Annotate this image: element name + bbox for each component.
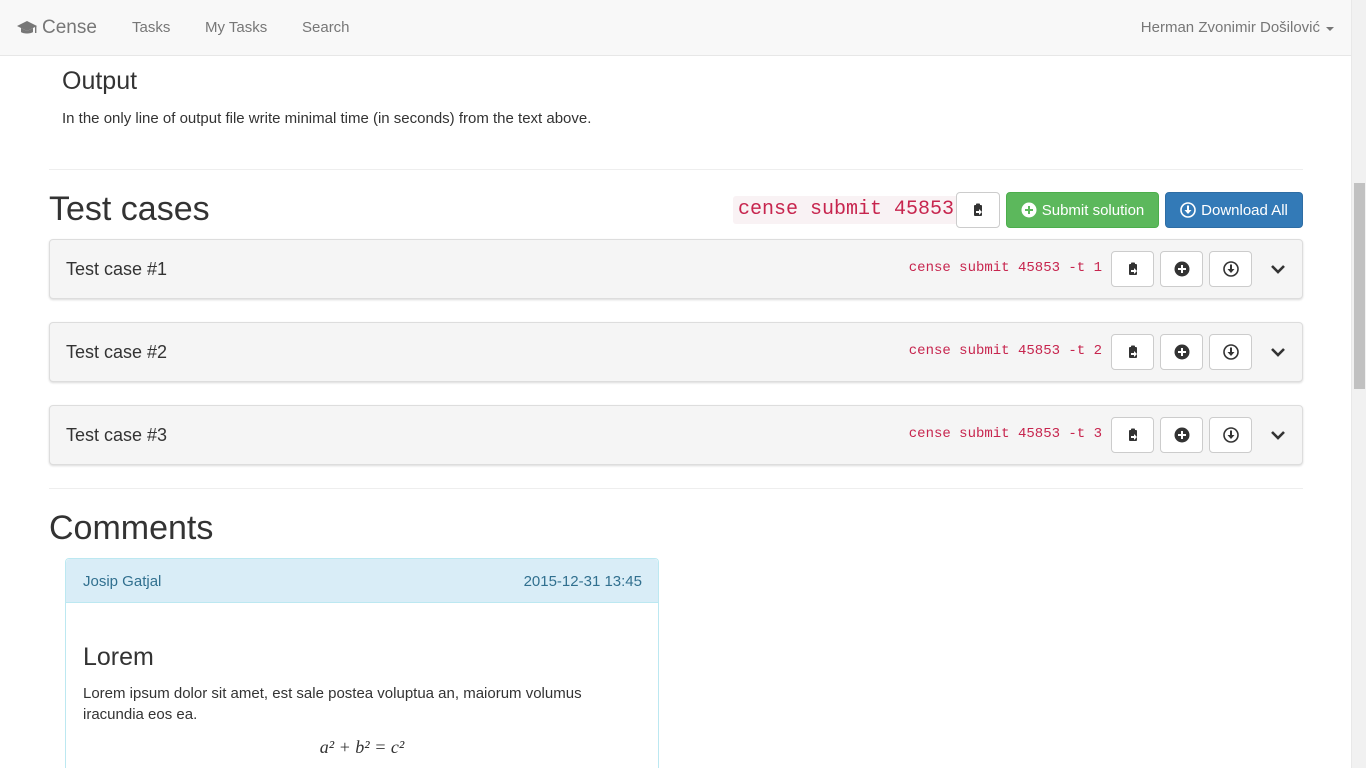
download-test-case-button[interactable] (1209, 251, 1252, 287)
chevron-down-icon[interactable] (1270, 344, 1286, 360)
comment-date: 2015-12-31 13:45 (523, 573, 642, 590)
divider (49, 169, 1303, 170)
divider (49, 488, 1303, 489)
comment-math-formula: a² + b² = c² (319, 737, 405, 757)
user-name: Herman Zvonimir Došilović (1140, 19, 1320, 36)
test-cases-heading: Test cases (49, 190, 210, 228)
test-case-title: Test case #3 (66, 425, 168, 445)
copy-command-button[interactable] (956, 192, 1000, 228)
download-circle-icon (1222, 261, 1239, 277)
nav-search[interactable]: Search (302, 19, 350, 36)
test-case-panel-2[interactable]: Test case #2 cense submit 45853 -t 2 (49, 322, 1303, 382)
submit-test-case-button[interactable] (1160, 417, 1203, 453)
plus-circle-icon (1021, 202, 1037, 218)
comment-body: Lorem ipsum dolor sit amet, est sale pos… (83, 685, 582, 723)
download-test-case-button[interactable] (1209, 417, 1252, 453)
output-description: In the only line of output file write mi… (62, 110, 592, 127)
submit-test-case-button[interactable] (1160, 334, 1203, 370)
download-all-button[interactable]: Download All (1165, 192, 1303, 228)
download-circle-icon (1222, 427, 1239, 443)
copy-test-command-button[interactable] (1111, 334, 1154, 370)
caret-down-icon (1326, 26, 1334, 31)
clipboard-icon (1128, 262, 1137, 275)
submit-command: cense submit 45853 (733, 196, 960, 224)
output-heading: Output (62, 67, 138, 95)
comment-panel: Josip Gatjal 2015-12-31 13:45 Lorem Lore… (65, 558, 659, 768)
comments-heading: Comments (49, 509, 214, 547)
test-case-title: Test case #2 (66, 342, 168, 362)
plus-circle-icon (1174, 344, 1189, 360)
test-case-command: cense submit 45853 -t 3 (908, 426, 1102, 442)
plus-circle-icon (1174, 261, 1189, 277)
nav-tasks[interactable]: Tasks (132, 19, 170, 36)
test-case-title: Test case #1 (66, 259, 168, 279)
comment-header: Josip Gatjal 2015-12-31 13:45 (66, 559, 658, 603)
copy-test-command-button[interactable] (1111, 417, 1154, 453)
download-circle-icon (1180, 202, 1196, 218)
test-case-panel-1[interactable]: Test case #1 cense submit 45853 -t 1 (49, 239, 1303, 299)
test-case-command: cense submit 45853 -t 1 (908, 260, 1102, 276)
submit-test-case-button[interactable] (1160, 251, 1203, 287)
top-navbar: Cense Tasks My Tasks Search Herman Zvoni… (0, 0, 1351, 56)
test-case-panel-3[interactable]: Test case #3 cense submit 45853 -t 3 (49, 405, 1303, 465)
comment-heading: Lorem (83, 643, 154, 671)
download-circle-icon (1222, 344, 1239, 360)
brand-link[interactable]: Cense (16, 16, 97, 40)
plus-circle-icon (1174, 427, 1189, 443)
page-scrollbar[interactable] (1351, 0, 1366, 768)
test-case-command: cense submit 45853 -t 2 (908, 343, 1102, 359)
submit-solution-button[interactable]: Submit solution (1006, 192, 1159, 228)
scrollbar-thumb[interactable] (1354, 183, 1365, 389)
clipboard-icon (1128, 345, 1137, 358)
download-test-case-button[interactable] (1209, 334, 1252, 370)
nav-my-tasks[interactable]: My Tasks (205, 19, 267, 36)
brand-label: Cense (42, 17, 97, 38)
user-menu-dropdown[interactable]: Herman Zvonimir Došilović (1141, 19, 1334, 36)
clipboard-icon (1128, 428, 1137, 441)
graduation-cap-icon (17, 21, 37, 34)
copy-test-command-button[interactable] (1111, 251, 1154, 287)
clipboard-icon (974, 203, 982, 216)
chevron-down-icon[interactable] (1270, 261, 1286, 277)
download-all-label: Download All (1201, 201, 1288, 219)
chevron-down-icon[interactable] (1270, 427, 1286, 443)
submit-solution-label: Submit solution (1041, 201, 1145, 219)
comment-author-link[interactable]: Josip Gatjal (83, 573, 161, 590)
